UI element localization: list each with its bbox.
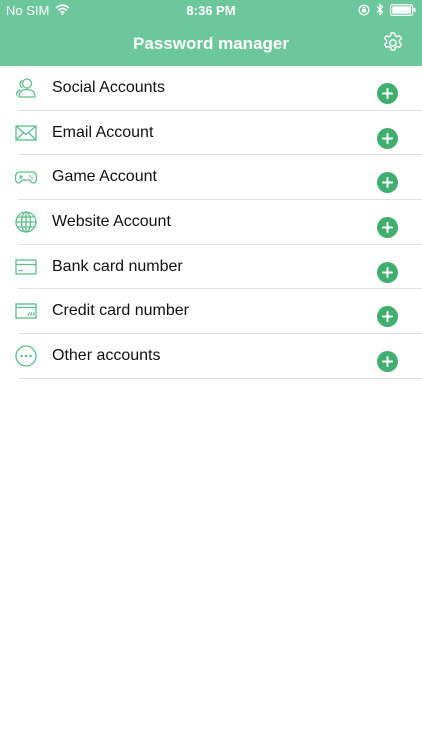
- plus-icon: [382, 88, 393, 99]
- plus-icon: [382, 356, 393, 368]
- add-button[interactable]: [377, 172, 398, 194]
- plus-icon: [382, 311, 393, 323]
- list-item-label: Social Accounts: [52, 79, 165, 96]
- list-item-label: Website Account: [52, 213, 171, 231]
- list-item-label: Game Account: [52, 168, 157, 186]
- people-icon: [14, 76, 38, 100]
- header: No SIM 8:36 PM Password manager: [0, 0, 422, 66]
- add-button[interactable]: [377, 217, 398, 239]
- gamepad-icon: [14, 165, 38, 189]
- list-item-label: Other accounts: [52, 347, 161, 365]
- more-dots-icon: [14, 344, 38, 368]
- battery-icon: [390, 3, 416, 19]
- status-bar: No SIM 8:36 PM: [0, 0, 422, 22]
- plus-icon: [382, 266, 393, 278]
- globe-icon: [14, 210, 38, 234]
- navigation-bar: Password manager: [0, 22, 422, 66]
- list-item-website-account[interactable]: Website Account: [0, 200, 422, 245]
- orientation-lock-icon: [358, 4, 370, 19]
- plus-icon: [382, 177, 393, 189]
- plus-icon: [382, 222, 393, 234]
- list-item-game-account[interactable]: Game Account: [0, 155, 422, 201]
- gear-icon: [383, 32, 403, 51]
- credit-card-icon: [14, 299, 38, 323]
- add-button[interactable]: [377, 83, 398, 104]
- envelope-icon: [14, 121, 38, 145]
- list-item-label: Email Account: [52, 123, 154, 141]
- bank-card-icon: [14, 255, 38, 279]
- category-list: Social Accounts Email Account Game Accou…: [0, 66, 422, 379]
- list-item-credit-card-number[interactable]: Credit card number: [0, 289, 422, 335]
- list-item-label: Credit card number: [52, 302, 189, 320]
- divider: [18, 377, 422, 379]
- add-button[interactable]: [377, 127, 398, 149]
- list-item-bank-card-number[interactable]: Bank card number: [0, 245, 422, 290]
- list-item-label: Bank card number: [52, 257, 183, 275]
- list-item-other-accounts[interactable]: Other accounts: [0, 334, 422, 379]
- bluetooth-icon: [376, 3, 384, 19]
- list-item-email-account[interactable]: Email Account: [0, 111, 422, 156]
- app-screen: No SIM 8:36 PM Password manager Social A…: [0, 0, 422, 750]
- add-button[interactable]: [377, 306, 398, 328]
- add-button[interactable]: [377, 261, 398, 283]
- list-item-social-accounts[interactable]: Social Accounts: [0, 66, 422, 111]
- settings-button[interactable]: [378, 28, 408, 58]
- status-right: [358, 3, 416, 19]
- add-button[interactable]: [377, 351, 398, 373]
- plus-icon: [382, 132, 393, 144]
- page-title: Password manager: [133, 34, 289, 53]
